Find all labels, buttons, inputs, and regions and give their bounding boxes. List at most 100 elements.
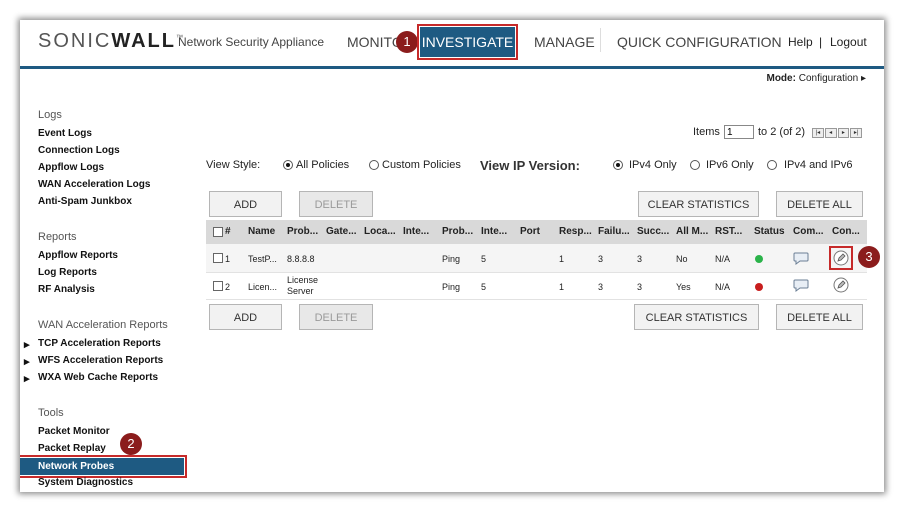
sidebar-item-tcp-acceleration-reports[interactable]: TCP Acceleration Reports [24, 338, 161, 351]
row-number: 1 [225, 254, 231, 264]
row-checkbox[interactable] [213, 281, 223, 291]
nav-divider [600, 28, 601, 52]
col-interval[interactable]: Inte... [481, 226, 507, 237]
row-probe-target: License Server [287, 275, 319, 296]
custom-policies-label: Custom Policies [382, 159, 461, 171]
row-checkbox[interactable] [213, 253, 223, 263]
clear-statistics-button[interactable]: CLEAR STATISTICS [638, 191, 759, 217]
items-label: Items [693, 126, 720, 138]
view-style-label: View Style: [206, 159, 261, 171]
callout-3: 3 [858, 246, 880, 268]
row-response: 1 [559, 282, 565, 292]
logout-link[interactable]: Logout [830, 35, 867, 49]
sonicwall-logo: SONICWALL™ [38, 30, 183, 52]
table-row[interactable]: 1 TestP... 8.8.8.8 Ping 5 1 3 3 No N/A [206, 244, 867, 273]
sidebar-item-packet-replay[interactable]: Packet Replay [38, 443, 106, 454]
col-success[interactable]: Succ... [637, 226, 669, 237]
radio-ipv4-and-ipv6[interactable] [767, 160, 777, 170]
row-number: 2 [225, 282, 231, 292]
col-configure[interactable]: Con... [832, 226, 860, 237]
col-failure[interactable]: Failu... [598, 226, 630, 237]
last-page-button[interactable]: ▸| [850, 128, 862, 138]
comment-icon[interactable] [792, 276, 810, 294]
col-all-match[interactable]: All M... [676, 226, 708, 237]
sidebar-item-wan-acceleration-logs[interactable]: WAN Acceleration Logs [38, 179, 150, 190]
clear-statistics-button-bottom[interactable]: CLEAR STATISTICS [634, 304, 759, 330]
sidebar-item-network-probes[interactable]: Network Probes [20, 455, 187, 478]
delete-all-button[interactable]: DELETE ALL [776, 191, 863, 217]
ipv4-and-ipv6-label: IPv4 and IPv6 [784, 159, 853, 171]
configure-edit-icon[interactable] [832, 276, 850, 294]
nav-monitor[interactable]: MONITO [347, 34, 403, 50]
col-number: # [225, 226, 231, 237]
top-bar: SONICWALL™ Network Security Appliance MO… [20, 20, 884, 69]
row-probe-target: 8.8.8.8 [287, 254, 315, 264]
add-button[interactable]: ADD [209, 191, 282, 217]
row-probe-type: Ping [442, 254, 461, 264]
sidebar-item-log-reports[interactable]: Log Reports [38, 267, 97, 278]
nav-quick-configuration[interactable]: QUICK CONFIGURATION [617, 34, 782, 50]
row-all-match: Yes [676, 282, 691, 292]
sidebar-item-connection-logs[interactable]: Connection Logs [38, 145, 120, 156]
radio-all-policies[interactable] [283, 160, 293, 170]
delete-button[interactable]: DELETE [299, 191, 373, 217]
sidebar-item-appflow-reports[interactable]: Appflow Reports [38, 250, 118, 261]
row-response: 1 [559, 254, 565, 264]
col-local[interactable]: Loca... [364, 226, 396, 237]
first-page-button[interactable]: |◂ [812, 128, 824, 138]
status-down-icon [755, 283, 763, 291]
col-probe-type[interactable]: Prob... [442, 226, 473, 237]
ipv4-only-label: IPv4 Only [629, 159, 677, 171]
sidebar-section-reports: Reports [38, 231, 77, 243]
col-interface[interactable]: Inte... [403, 226, 429, 237]
add-button-bottom[interactable]: ADD [209, 304, 282, 330]
col-comment[interactable]: Com... [793, 226, 824, 237]
radio-custom-policies[interactable] [369, 160, 379, 170]
sidebar-item-wxa-web-cache-reports[interactable]: WXA Web Cache Reports [24, 372, 158, 385]
row-rst: N/A [715, 282, 731, 292]
sidebar-item-system-diagnostics[interactable]: System Diagnostics [38, 477, 133, 488]
sidebar-item-appflow-logs[interactable]: Appflow Logs [38, 162, 104, 173]
delete-button-bottom[interactable]: DELETE [299, 304, 373, 330]
sidebar-section-wan-acceleration-reports: WAN Acceleration Reports [38, 319, 168, 331]
col-rst[interactable]: RST... [715, 226, 742, 237]
sidebar-item-packet-monitor[interactable]: Packet Monitor [38, 426, 110, 437]
sidebar-section-tools: Tools [38, 407, 64, 419]
nav-investigate[interactable]: INVESTIGATE [417, 24, 518, 60]
header-separator: | [819, 35, 823, 49]
sidebar-item-anti-spam-junkbox[interactable]: Anti-Spam Junkbox [38, 196, 132, 207]
row-interval: 5 [481, 254, 487, 264]
radio-ipv6-only[interactable] [690, 160, 700, 170]
table-row[interactable]: 2 Licen... License Server Ping 5 1 3 3 Y… [206, 272, 867, 300]
col-status[interactable]: Status [754, 226, 785, 237]
col-port[interactable]: Port [520, 226, 540, 237]
row-all-match: No [676, 254, 688, 264]
comment-icon[interactable] [792, 249, 810, 267]
row-success: 3 [637, 254, 643, 264]
items-page-input[interactable] [724, 125, 754, 139]
callout-1: 1 [396, 31, 418, 53]
items-range: to 2 (of 2) [758, 126, 806, 138]
sidebar-item-event-logs[interactable]: Event Logs [38, 128, 92, 139]
sidebar-item-rf-analysis[interactable]: RF Analysis [38, 284, 95, 295]
select-all-checkbox[interactable] [213, 227, 223, 237]
row-name: TestP... [248, 254, 277, 264]
product-name: Network Security Appliance [178, 35, 325, 49]
next-page-button[interactable]: ▸ [837, 128, 850, 138]
delete-all-button-bottom[interactable]: DELETE ALL [776, 304, 863, 330]
prev-page-button[interactable]: ◂ [824, 128, 837, 138]
col-name[interactable]: Name [248, 226, 275, 237]
sidebar-item-wfs-acceleration-reports[interactable]: WFS Acceleration Reports [24, 355, 163, 368]
help-link[interactable]: Help [788, 35, 813, 49]
sidebar-section-logs: Logs [38, 109, 62, 121]
radio-ipv4-only[interactable] [613, 160, 623, 170]
col-response[interactable]: Resp... [559, 226, 592, 237]
row-failure: 3 [598, 254, 604, 264]
col-gateway[interactable]: Gate... [326, 226, 357, 237]
callout-2: 2 [120, 433, 142, 455]
col-probe-target[interactable]: Prob... [287, 226, 318, 237]
view-ip-version-label: View IP Version: [480, 158, 580, 173]
mode-indicator[interactable]: Mode: Configuration ▸ [766, 73, 866, 84]
nav-manage[interactable]: MANAGE [534, 34, 595, 50]
configure-edit-icon[interactable] [829, 246, 853, 270]
